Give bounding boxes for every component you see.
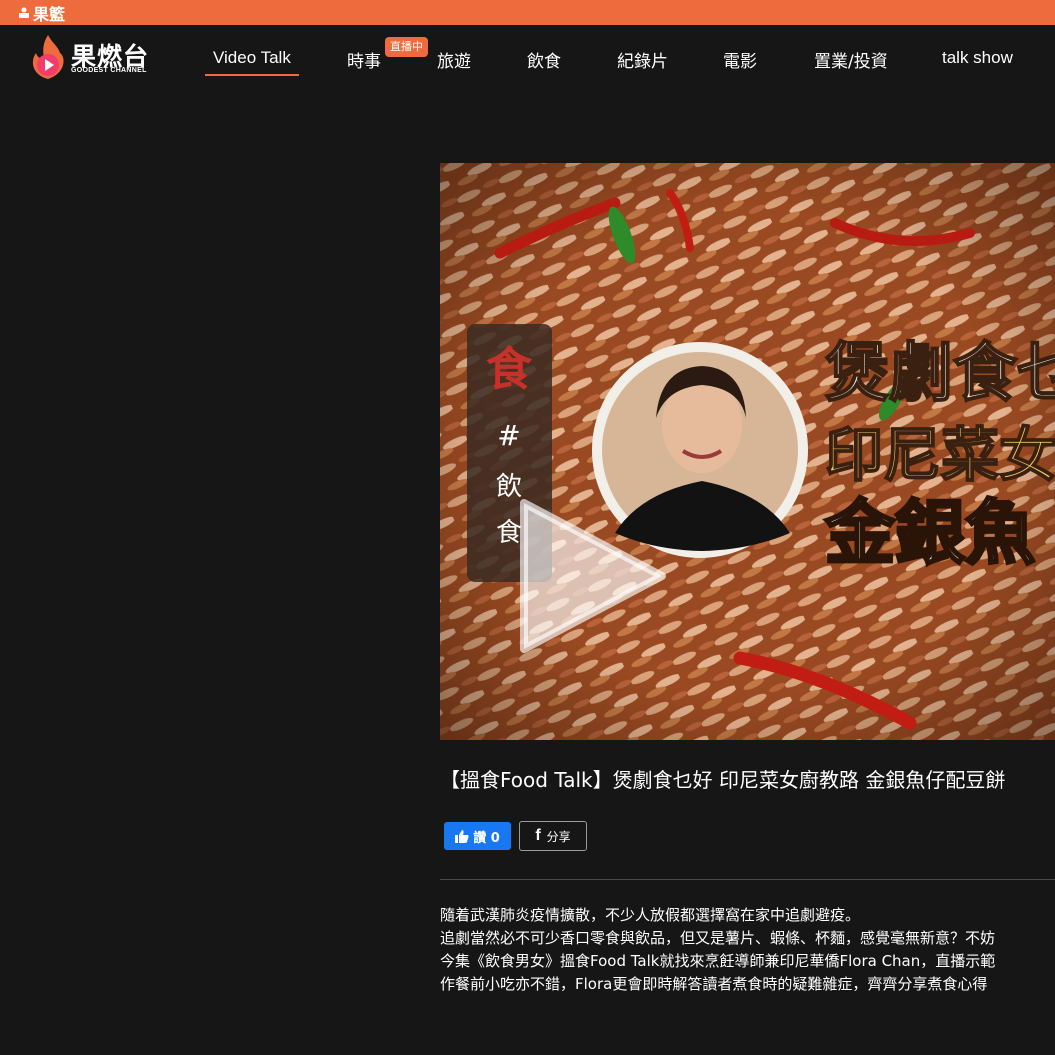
facebook-share-button[interactable]: f 分享 [519,821,587,851]
like-label: 讚 0 [473,830,500,846]
nav-travel[interactable]: 旅遊 [437,47,471,72]
brand-subtitle: GOODEST CHANNEL [71,67,147,74]
flame-play-icon [32,35,64,79]
nav-current-affairs[interactable]: 時事 [347,47,381,72]
content-divider [440,879,1055,880]
description-paragraph: 作餐前小吃亦不錯，Flora更會即時解答讀者煮食時的疑難雜症，齊齊分享煮食心得 [440,975,988,993]
food-tag-icon: 食 [486,342,533,396]
main-navbar: 果燃台 GOODEST CHANNEL Video Talk 時事 直播中 旅遊… [0,25,1055,89]
facebook-like-button[interactable]: 讚 0 [444,822,511,850]
description-paragraph: 追劇當然必不可少香口零食與飲品，但又是薯片、蝦條、杯麵，感覺毫無新意？不妨 [440,929,996,947]
channel-logo[interactable]: 果燃台 GOODEST CHANNEL [28,33,158,81]
nav-food[interactable]: 飲食 [527,47,561,72]
share-label: 分享 [546,829,571,844]
nav-video-talk[interactable]: Video Talk [213,48,291,68]
facebook-icon: f [535,827,541,844]
video-title: 【搵食Food Talk】煲劇食乜好 印尼菜女廚教路 金銀魚仔配豆餅 [440,768,1006,792]
nav-movie[interactable]: 電影 [723,47,757,72]
video-thumbnail: 食 # 飲 食 煲劇食乜 印尼菜女 金銀魚 [440,163,1055,740]
article-description: 隨着武漢肺炎疫情擴散，不少人放假都選擇窩在家中追劇避疫。 追劇當然必不可少香口零… [440,904,1055,996]
overlay-title-line-1: 煲劇食乜 [825,336,1055,411]
thumbs-up-icon [455,829,469,843]
live-badge: 直播中 [385,37,428,57]
description-paragraph: 今集《飲食男女》搵食Food Talk就找來烹飪導師兼印尼華僑Flora Cha… [440,952,996,970]
overlay-title-line-2: 印尼菜女 [825,421,1055,489]
nav-documentary[interactable]: 紀錄片 [617,47,668,72]
parent-site-logo[interactable]: 果籃 [18,3,66,24]
food-tag-char-2: 食 [496,518,522,548]
top-strip: 果籃 [0,0,1055,25]
basket-icon [19,7,29,18]
parent-site-logo-text: 果籃 [33,4,66,24]
overlay-title-line-3: 金銀魚 [824,491,1035,574]
description-paragraph: 隨着武漢肺炎疫情擴散，不少人放假都選擇窩在家中追劇避疫。 [440,906,861,924]
nav-active-indicator [205,74,299,76]
nav-talk-show[interactable]: talk show [942,48,1013,68]
video-player[interactable]: 食 # 飲 食 煲劇食乜 印尼菜女 金銀魚 [440,163,1055,740]
food-tag-char-1: 飲 [496,472,522,502]
food-tag-hash: # [497,419,520,452]
nav-property-investment[interactable]: 置業/投資 [814,47,888,72]
